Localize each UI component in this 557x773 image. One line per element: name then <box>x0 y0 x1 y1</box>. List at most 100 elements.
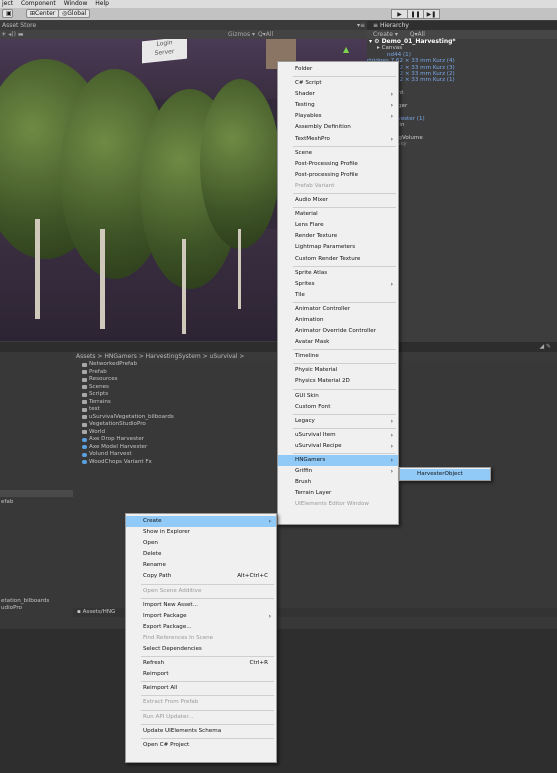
menu-item-extract-from-prefab: Extract From Prefab <box>126 697 276 708</box>
folder-icon <box>82 400 87 405</box>
project-options-icon[interactable]: ◢ ✎ <box>539 343 551 350</box>
menu-item-delete[interactable]: Delete <box>126 549 276 560</box>
panel-options-icon[interactable]: ▾≡ <box>357 21 365 30</box>
menu-item-tile[interactable]: Tile <box>278 290 398 301</box>
tree-row[interactable]: etation_bilboards <box>0 598 49 605</box>
main-menubar: ject Component Window Help <box>0 0 557 8</box>
menu-item-reimport[interactable]: Reimport <box>126 669 276 680</box>
menu-item-select-dependencies[interactable]: Select Dependencies <box>126 644 276 655</box>
menu-item-physic-material[interactable]: Physic Material <box>278 365 398 376</box>
menu-item-assembly-definition[interactable]: Assembly Definition <box>278 122 398 133</box>
hierarchy-tab[interactable]: ≡ Hierarchy <box>367 21 557 30</box>
hierarchy-search[interactable]: Q▾All <box>410 31 425 38</box>
menu-item-label: Refresh <box>143 660 165 667</box>
menu-item-harvesterobject[interactable]: HarvesterObject <box>400 469 490 481</box>
pivot-toggle-button[interactable]: ⊞Center <box>26 9 60 18</box>
menu-item-physics-material-2d[interactable]: Physics Material 2D <box>278 376 398 387</box>
tree-trunk <box>238 229 241 309</box>
menu-item-usurvival-item[interactable]: uSurvival Item › <box>278 430 398 441</box>
menu-item-scene[interactable]: Scene <box>278 148 398 159</box>
menu-separator <box>293 427 396 429</box>
asset-name: test <box>89 406 100 412</box>
menu-help[interactable]: Help <box>95 0 109 7</box>
menu-item-open-scene-additive: Open Scene Additive <box>126 586 276 597</box>
menu-item-open-c-project[interactable]: Open C# Project <box>126 740 276 751</box>
create-dropdown[interactable]: Create ▾ <box>373 31 398 38</box>
shortcut-label: Ctrl+R <box>249 660 268 667</box>
menu-item-label: Terrain Layer <box>295 490 332 497</box>
menu-component[interactable]: Component <box>21 0 56 7</box>
menu-item-create[interactable]: Create › <box>126 516 276 528</box>
menu-item-show-in-explorer[interactable]: Show in Explorer <box>126 527 276 538</box>
menu-item-label: Legacy <box>295 417 315 424</box>
tree-trunk <box>182 239 186 334</box>
menu-item-open[interactable]: Open <box>126 538 276 549</box>
menu-item-usurvival-recipe[interactable]: uSurvival Recipe › <box>278 441 398 452</box>
menu-item-audio-mixer[interactable]: Audio Mixer <box>278 195 398 206</box>
step-button[interactable]: ▶❚ <box>423 9 440 19</box>
tree-trunk <box>35 219 40 319</box>
menu-item-terrain-layer[interactable]: Terrain Layer <box>278 488 398 499</box>
asset-name: Resources <box>89 376 118 382</box>
menu-item-timeline[interactable]: Timeline <box>278 351 398 362</box>
menu-item-import-new-asset[interactable]: Import New Asset... <box>126 600 276 611</box>
menu-window[interactable]: Window <box>64 0 88 7</box>
menu-item-render-texture[interactable]: Render Texture <box>278 231 398 242</box>
menu-item-gui-skin[interactable]: GUI Skin <box>278 391 398 402</box>
play-button[interactable]: ▶ <box>391 9 408 19</box>
scene-tab-strip: Asset Store ▾≡ <box>0 21 367 30</box>
menu-item-label: Copy Path <box>143 573 172 580</box>
menu-item-avatar-mask[interactable]: Avatar Mask <box>278 337 398 348</box>
menu-item-post-processing-profile[interactable]: Post-Processing Profile <box>278 159 398 170</box>
menu-item-export-package[interactable]: Export Package... <box>126 622 276 633</box>
menu-component-partial[interactable]: ject <box>2 0 13 7</box>
shading-mode-icon[interactable]: ☀ ◂)) ▬ <box>1 30 24 39</box>
menu-item-update-uielements-schema[interactable]: Update UIElements Schema <box>126 726 276 737</box>
menu-item-custom-font[interactable]: Custom Font <box>278 402 398 413</box>
menu-item-animator-controller[interactable]: Animator Controller <box>278 304 398 315</box>
menu-item-griffin[interactable]: Griffin › <box>278 466 398 477</box>
menu-item-reimport-all[interactable]: Reimport All <box>126 683 276 694</box>
hngamers-submenu: HarvesterObject <box>399 467 491 481</box>
menu-item-lens-flare[interactable]: Lens Flare <box>278 220 398 231</box>
menu-item-sprites[interactable]: Sprites › <box>278 279 398 290</box>
tree-row[interactable]: udioPro <box>0 605 22 612</box>
scene-gizmo-icon[interactable]: ▲ <box>343 45 351 54</box>
menu-item-shader[interactable]: Shader › <box>278 89 398 100</box>
menu-item-copy-path[interactable]: Copy Path Alt+Ctrl+C <box>126 571 276 582</box>
menu-item-label: Custom Render Texture <box>295 255 361 262</box>
menu-item-import-package[interactable]: Import Package › <box>126 611 276 622</box>
gizmos-dropdown[interactable]: Gizmos ▾ <box>228 30 255 39</box>
menu-item-post-processing-profile[interactable]: Post-processing Profile <box>278 170 398 181</box>
menu-item-lightmap-parameters[interactable]: Lightmap Parameters <box>278 242 398 253</box>
asset-name: Scenes <box>89 383 109 390</box>
step-icon: ▶❚ <box>426 11 437 18</box>
menu-item-sprite-atlas[interactable]: Sprite Atlas <box>278 268 398 279</box>
menu-item-rename[interactable]: Rename <box>126 560 276 571</box>
menu-item-playables[interactable]: Playables › <box>278 111 398 122</box>
asset-store-tab[interactable]: Asset Store <box>2 22 36 29</box>
tool-rect-button[interactable]: ▣ <box>2 9 13 18</box>
submenu-arrow-icon: › <box>268 612 271 620</box>
menu-item-animation[interactable]: Animation <box>278 315 398 326</box>
tree-row[interactable]: efab <box>0 499 13 506</box>
menu-item-brush[interactable]: Brush <box>278 477 398 488</box>
menu-item-label: Prefab Variant <box>295 182 335 189</box>
menu-item-refresh[interactable]: Refresh Ctrl+R <box>126 658 276 669</box>
menu-item-textmeshpro[interactable]: TextMeshPro › <box>278 134 398 145</box>
menu-item-legacy[interactable]: Legacy › <box>278 416 398 427</box>
menu-item-testing[interactable]: Testing › <box>278 100 398 111</box>
menu-item-material[interactable]: Material <box>278 209 398 220</box>
space-toggle-button[interactable]: ◎Global <box>58 9 91 18</box>
asset-name: Axe Model Harvester <box>89 443 148 450</box>
menu-item-hngamers[interactable]: HNGamers › <box>278 455 398 467</box>
menu-item-c-script[interactable]: C# Script <box>278 78 398 89</box>
menu-item-folder[interactable]: Folder <box>278 64 398 75</box>
asset-name: NetworkedPrefab <box>89 361 137 367</box>
menu-item-animator-override-controller[interactable]: Animator Override Controller <box>278 326 398 337</box>
menu-separator <box>293 349 396 351</box>
scene-search[interactable]: Q▾All <box>258 30 273 39</box>
menu-item-label: Open <box>143 540 158 547</box>
pause-button[interactable]: ❚❚ <box>407 9 424 19</box>
menu-item-custom-render-texture[interactable]: Custom Render Texture <box>278 254 398 265</box>
